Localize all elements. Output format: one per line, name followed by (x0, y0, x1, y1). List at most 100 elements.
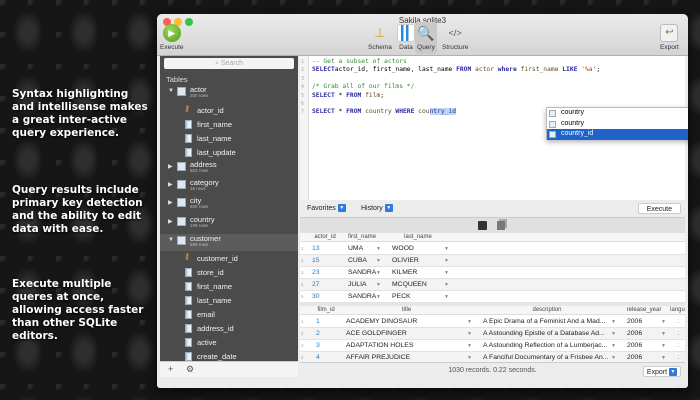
favorites-dropdown[interactable]: Favorites ▼ (304, 203, 349, 214)
cell[interactable]: 27 (312, 279, 328, 291)
dropdown-arrow-icon[interactable]: ▼ (444, 291, 449, 303)
cell[interactable]: JULIA (348, 279, 378, 291)
cell[interactable]: OLIVIER (392, 255, 446, 267)
table-row[interactable]: 3 23 SANDRA ▼ KILMER ▼ (300, 267, 685, 279)
cell[interactable]: 2006 (627, 352, 663, 362)
cell[interactable]: UMA (348, 243, 378, 255)
dropdown-arrow-icon[interactable]: ▼ (444, 243, 449, 255)
cell[interactable]: 15 (312, 255, 328, 267)
execute-button[interactable]: Execute (637, 203, 681, 214)
dropdown-arrow-icon[interactable]: ▼ (444, 279, 449, 291)
dropdown-arrow-icon[interactable]: ▼ (661, 328, 666, 340)
dropdown-arrow-icon[interactable]: ▼ (661, 316, 666, 328)
column-header[interactable]: description (475, 307, 619, 313)
dropdown-arrow-icon[interactable]: ▼ (376, 255, 381, 267)
column-item-last_update[interactable]: last_update (160, 146, 298, 160)
cell[interactable]: WOOD (392, 243, 446, 255)
column-item-store_id[interactable]: store_id (160, 266, 298, 280)
cell[interactable]: KILMER (392, 267, 446, 279)
cell[interactable]: 1 (678, 316, 679, 328)
data-button[interactable]: Data (397, 24, 415, 51)
table-row[interactable]: 3 3 ADAPTATION HOLES ▼ A Astounding Reflecti… (300, 340, 685, 352)
dropdown-arrow-icon[interactable]: ▼ (611, 340, 616, 352)
dropdown-arrow-icon[interactable]: ▼ (611, 316, 616, 328)
export-button[interactable]: Export ▼ (642, 366, 681, 377)
column-header[interactable]: release_year (619, 307, 669, 313)
dropdown-arrow-icon[interactable]: ▼ (376, 291, 381, 303)
table-row[interactable]: 1 1 ACADEMY DINOSAUR ▼ A Epic Drama of a Fem… (300, 316, 685, 328)
table-row[interactable]: 4 4 AFFAIR PREJUDICE ▼ A Fanciful Documentar… (300, 352, 685, 362)
column-item-actor_id[interactable]: ⚷ actor_id (160, 104, 298, 118)
cell[interactable]: A Epic Drama of a Feminist And a Mad... (483, 316, 613, 328)
table-item-address[interactable]: ▶ address 603 rows (160, 160, 298, 177)
gear-icon[interactable]: ⚙ (186, 364, 194, 375)
table-item-country[interactable]: ▶ country 109 rows (160, 215, 298, 232)
table-item-customer[interactable]: ▼ customer 599 rows (160, 234, 298, 251)
cell[interactable]: A Fanciful Documentary of a Frisbee An..… (483, 352, 613, 362)
cell[interactable]: ACADEMY DINOSAUR (346, 316, 469, 328)
cell[interactable]: 2 (316, 328, 326, 340)
disclosure-closed-icon[interactable]: ▶ (168, 199, 173, 206)
table-row[interactable]: 2 2 ACE GOLDFINGER ▼ A Astounding Epistle of… (300, 328, 685, 340)
table-item-actor[interactable]: ▼ actor 200 rows (160, 85, 298, 102)
table-row[interactable]: 5 30 SANDRA ▼ PECK ▼ (300, 291, 685, 303)
cell[interactable]: 23 (312, 267, 328, 279)
dropdown-arrow-icon[interactable]: ▼ (661, 340, 666, 352)
cell[interactable]: 1 (316, 316, 326, 328)
dropdown-arrow-icon[interactable]: ▼ (376, 267, 381, 279)
dropdown-arrow-icon[interactable]: ▼ (444, 255, 449, 267)
add-button[interactable]: + (168, 364, 173, 374)
disclosure-closed-icon[interactable]: ▶ (168, 218, 173, 225)
cell[interactable]: 1 (678, 340, 679, 352)
cell[interactable]: 1 (678, 352, 679, 362)
folder-icon[interactable] (478, 221, 487, 230)
cell[interactable]: SANDRA (348, 267, 378, 279)
dropdown-arrow-icon[interactable]: ▼ (376, 279, 381, 291)
dropdown-arrow-icon[interactable]: ▼ (376, 243, 381, 255)
export-toolbar-button[interactable]: ↩ Export (660, 24, 679, 51)
column-item-first_name[interactable]: first_name (160, 280, 298, 294)
disclosure-open-icon[interactable]: ▼ (168, 237, 174, 243)
dropdown-arrow-icon[interactable]: ▼ (444, 267, 449, 279)
column-header[interactable]: langu (670, 307, 685, 313)
cell[interactable]: AFFAIR PREJUDICE (346, 352, 469, 362)
table-item-category[interactable]: ▶ category 16 rows (160, 178, 298, 195)
column-item-email[interactable]: email (160, 308, 298, 322)
cell[interactable]: PECK (392, 291, 446, 303)
column-header[interactable]: first_name (340, 234, 384, 240)
dropdown-arrow-icon[interactable]: ▼ (467, 340, 472, 352)
cell[interactable]: 3 (316, 340, 326, 352)
structure-button[interactable]: </> Structure (442, 24, 468, 51)
cell[interactable]: 30 (312, 291, 328, 303)
cell[interactable]: 2006 (627, 316, 663, 328)
column-item-first_name[interactable]: first_name (160, 118, 298, 132)
dropdown-arrow-icon[interactable]: ▼ (611, 328, 616, 340)
column-item-last_name[interactable]: last_name (160, 132, 298, 146)
cell[interactable]: A Astounding Reflection of a Lumberjac..… (483, 340, 613, 352)
column-item-customer_id[interactable]: ⚷ customer_id (160, 252, 298, 266)
cell[interactable]: 2006 (627, 340, 663, 352)
autocomplete-item[interactable]: country (547, 119, 688, 130)
table-row[interactable]: 4 27 JULIA ▼ MCQUEEN ▼ (300, 279, 685, 291)
sql-editor[interactable]: country country country_id 1 -- Get a subse… (300, 56, 688, 200)
cell[interactable]: 4 (316, 352, 326, 362)
column-item-address_id[interactable]: address_id (160, 322, 298, 336)
dropdown-arrow-icon[interactable]: ▼ (467, 316, 472, 328)
column-header[interactable]: title (338, 307, 475, 313)
history-dropdown[interactable]: History ▼ (358, 203, 396, 214)
cell[interactable]: ADAPTATION HOLES (346, 340, 469, 352)
disclosure-closed-icon[interactable]: ▶ (168, 163, 173, 170)
search-input[interactable]: ⌕ Search (164, 58, 294, 69)
query-button[interactable]: 🔍 Query (415, 22, 437, 54)
cell[interactable]: CUBA (348, 255, 378, 267)
cell[interactable]: 2006 (627, 328, 663, 340)
column-header[interactable]: film_id (314, 307, 338, 313)
column-header[interactable]: actor_id (310, 234, 340, 240)
column-item-active[interactable]: active (160, 336, 298, 350)
autocomplete-item[interactable]: country_id (547, 129, 688, 140)
cell[interactable]: SANDRA (348, 291, 378, 303)
dropdown-arrow-icon[interactable]: ▼ (611, 352, 616, 362)
execute-toolbar-button[interactable]: ▶ Execute (160, 24, 184, 51)
cell[interactable]: MCQUEEN (392, 279, 446, 291)
disclosure-open-icon[interactable]: ▼ (168, 88, 174, 94)
